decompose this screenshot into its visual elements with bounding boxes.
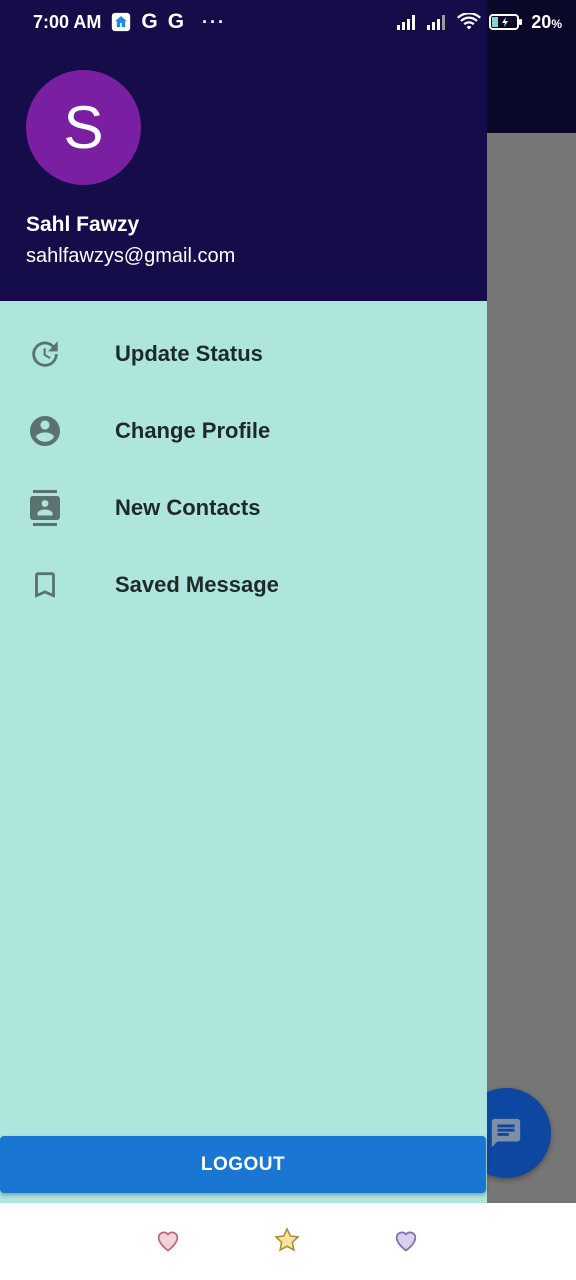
menu-label: Change Profile — [115, 417, 271, 443]
heart-sticker-icon — [157, 1231, 179, 1252]
navigation-drawer: S Sahl Fawzy sahlfawzys@gmail.com Update… — [0, 0, 487, 1203]
logout-button[interactable]: LOGOUT — [0, 1136, 486, 1193]
star-sticker-icon — [274, 1227, 300, 1252]
google-icon: G — [167, 10, 185, 33]
status-bar: 7:00 AM G G ··· 20% — [0, 0, 576, 44]
wifi-icon — [457, 13, 482, 30]
menu-item-saved-message[interactable]: Saved Message — [0, 546, 487, 623]
avatar-initial: S — [63, 94, 104, 161]
menu-item-update-status[interactable]: Update Status — [0, 315, 487, 392]
battery-level: 20% — [531, 11, 562, 32]
contacts-icon — [27, 489, 63, 526]
menu-label: New Contacts — [115, 494, 261, 520]
menu-label: Saved Message — [115, 571, 279, 597]
home-icon — [112, 12, 131, 32]
update-icon — [27, 336, 63, 372]
message-icon — [491, 1118, 521, 1148]
menu-label: Update Status — [115, 340, 263, 366]
menu-item-change-profile[interactable]: Change Profile — [0, 392, 487, 469]
account-circle-icon — [27, 413, 63, 449]
account-email: sahlfawzys@gmail.com — [26, 245, 236, 267]
menu-item-new-contacts[interactable]: New Contacts — [0, 469, 487, 546]
account-name: Sahl Fawzy — [26, 213, 140, 236]
status-time: 7:00 AM — [33, 11, 102, 32]
signal-icon — [397, 15, 416, 30]
more-notifications-icon: ··· — [202, 11, 227, 32]
heart-sticker-icon — [395, 1231, 417, 1252]
drawer-header: S Sahl Fawzy sahlfawzys@gmail.com — [0, 0, 487, 301]
battery-charging-icon — [489, 14, 523, 30]
bookmark-icon — [27, 567, 63, 603]
signal-icon — [427, 15, 446, 30]
avatar[interactable]: S — [26, 70, 141, 185]
google-icon: G — [141, 10, 158, 33]
